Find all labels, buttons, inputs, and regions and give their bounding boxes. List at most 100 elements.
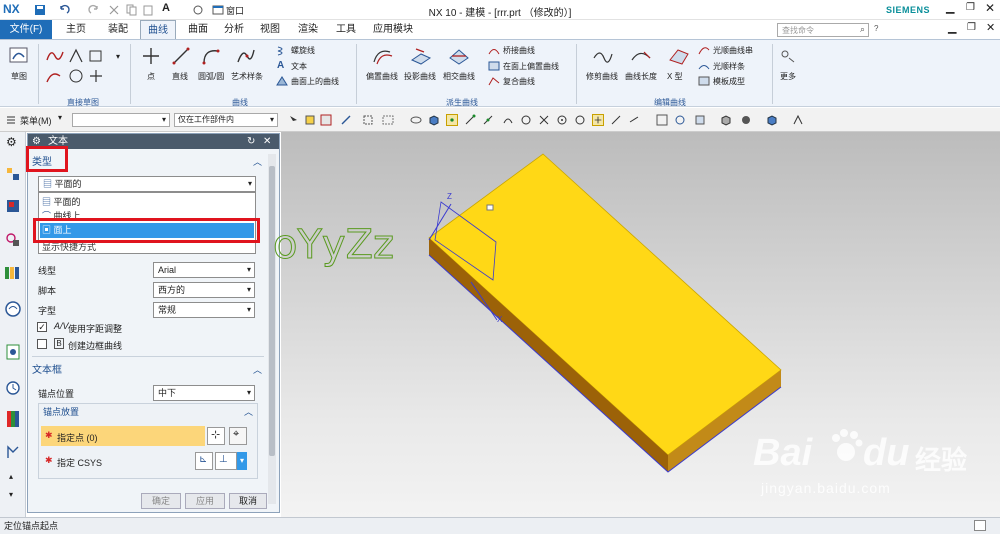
csys-type-button[interactable]: ⊥ [215, 452, 237, 470]
tab-analysis[interactable]: 分析 [216, 20, 252, 39]
collapse-icon[interactable]: ︿ [253, 154, 262, 171]
offset-in-face-icon[interactable] [488, 60, 500, 72]
resource-scroll-up-icon[interactable]: ▴ [9, 472, 13, 481]
fix-curve-icon[interactable] [592, 46, 614, 66]
scrollbar-thumb[interactable] [269, 166, 275, 456]
tab-view[interactable]: 视图 [252, 20, 288, 39]
status-window-icon[interactable] [974, 520, 986, 531]
smooth-string-icon[interactable] [698, 44, 710, 56]
rotate-icon[interactable] [674, 114, 686, 126]
anchor-select[interactable]: 中下 ▾ [153, 385, 255, 401]
tab-curve[interactable]: 曲线 [140, 20, 176, 39]
dialog-close-icon[interactable]: ✕ [263, 134, 271, 149]
intersect-curve-icon[interactable] [448, 46, 470, 66]
curve-length-icon[interactable] [630, 46, 652, 66]
point-icon[interactable] [141, 46, 161, 66]
tab-tools[interactable]: 工具 [328, 20, 364, 39]
roles-icon[interactable] [5, 444, 21, 460]
tab-render[interactable]: 渲染 [290, 20, 326, 39]
shaded-icon[interactable] [428, 114, 440, 126]
box-select-icon[interactable] [382, 114, 394, 126]
palette-icon[interactable] [5, 410, 21, 428]
frame-section-header[interactable]: 文本框 ︿ [32, 362, 262, 379]
doc-close-icon[interactable]: ✕ [986, 21, 995, 34]
cancel-button[interactable]: 取消 [229, 493, 267, 509]
helix-icon[interactable] [276, 44, 288, 56]
history-icon[interactable] [6, 344, 20, 360]
font-select[interactable]: Arial ▾ [153, 262, 255, 278]
style-select[interactable]: 常规 ▾ [153, 302, 255, 318]
scope-select[interactable]: 仅在工作部件内 ▾ [174, 113, 278, 127]
web-browser-icon[interactable] [4, 300, 22, 318]
type-select[interactable]: ▤ 平面的 ▾ [38, 176, 256, 192]
option-planar[interactable]: ▤ 平面的 [42, 195, 81, 208]
constraint-navigator-icon[interactable] [5, 232, 21, 248]
select-all-icon[interactable] [362, 114, 374, 126]
csys-dialog-button[interactable]: ⊾ [195, 452, 213, 470]
dialog-scrollbar[interactable] [268, 154, 276, 504]
menu-dropdown-icon[interactable]: ▾ [58, 113, 62, 122]
csys-handle-icon[interactable] [486, 204, 494, 211]
wcs-icon[interactable] [792, 114, 804, 126]
layer-icon[interactable] [766, 114, 778, 126]
menu-icon[interactable] [5, 114, 17, 126]
type-filter-select[interactable]: ▾ [72, 113, 170, 127]
smooth-spline-icon[interactable] [698, 60, 710, 72]
script-select[interactable]: 西方的 ▾ [153, 282, 255, 298]
template-shape-icon[interactable] [698, 75, 710, 87]
tab-applications[interactable]: 应用模块 [368, 20, 418, 39]
assembly-navigator-icon[interactable] [5, 198, 21, 214]
ok-button[interactable]: 确定 [141, 493, 181, 509]
snap-point-icon[interactable] [446, 114, 458, 126]
curve-on-surface-icon[interactable] [276, 75, 288, 87]
help-icon[interactable]: ? [874, 24, 878, 33]
snap-end-icon[interactable] [464, 114, 476, 126]
tab-surface[interactable]: 曲面 [180, 20, 216, 39]
resource-scroll-down-icon[interactable]: ▾ [9, 490, 13, 499]
collapse-icon[interactable]: ︿ [244, 405, 253, 420]
tab-assembly[interactable]: 装配 [100, 20, 136, 39]
fit-icon[interactable] [656, 114, 668, 126]
snap-center-icon[interactable] [556, 114, 568, 126]
direct-sketch-tools[interactable] [44, 46, 120, 86]
specify-point-row[interactable]: ✱ 指定点 (0) [41, 426, 205, 446]
minimize-icon[interactable]: ▁ [946, 1, 954, 14]
box-curve-checkbox[interactable] [37, 339, 47, 349]
snap-quadrant-icon[interactable] [574, 114, 586, 126]
studio-spline-icon[interactable] [236, 46, 256, 66]
settings-gear-icon[interactable]: ⚙ [6, 135, 17, 149]
offset-curve-icon[interactable] [372, 46, 394, 66]
collapse-icon[interactable]: ︿ [253, 362, 262, 379]
close-icon[interactable]: ✕ [985, 1, 995, 15]
arc-icon[interactable] [201, 46, 221, 66]
graphics-window[interactable]: oYyZz Z X Bai du 经验 jingyan.baidu.com [273, 132, 1000, 517]
select-feature-icon[interactable] [288, 114, 300, 126]
snap-on-face-icon[interactable] [628, 114, 640, 126]
render-style-icon[interactable] [720, 114, 732, 126]
part-navigator-icon[interactable] [5, 166, 21, 182]
snap-point-button[interactable]: ⌖ [229, 427, 247, 445]
project-curve-icon[interactable] [410, 46, 432, 66]
anchor-place-header[interactable]: 锚点放置 ︿ [43, 405, 253, 420]
select-edge-icon[interactable] [340, 114, 352, 126]
select-body-icon[interactable] [304, 114, 316, 126]
pan-icon[interactable] [694, 114, 706, 126]
point-dialog-button[interactable]: ⊹ [207, 427, 225, 445]
snap-mid-icon[interactable] [482, 114, 494, 126]
apply-button[interactable]: 应用 [185, 493, 225, 509]
doc-minimize-icon[interactable]: ▁ [948, 21, 956, 34]
more-arrow-icon[interactable]: ▾ [116, 52, 120, 61]
text-a-icon[interactable]: A [277, 60, 284, 71]
reuse-library-icon[interactable] [4, 264, 22, 280]
command-search-input[interactable]: 查找命令 ⌕ [777, 23, 869, 37]
bridge-curve-icon[interactable] [488, 44, 500, 56]
doc-restore-icon[interactable]: ❐ [967, 22, 976, 33]
line-icon[interactable] [171, 46, 191, 66]
file-menu[interactable]: 文件(F) [0, 20, 52, 39]
sketch-icon[interactable] [8, 45, 30, 67]
csys-dropdown[interactable]: ▾ [237, 452, 247, 470]
snap-on-curve-icon[interactable] [610, 114, 622, 126]
snap-intersect-icon[interactable] [538, 114, 550, 126]
more-icon[interactable] [780, 48, 796, 64]
snap-tangent-icon[interactable] [520, 114, 532, 126]
